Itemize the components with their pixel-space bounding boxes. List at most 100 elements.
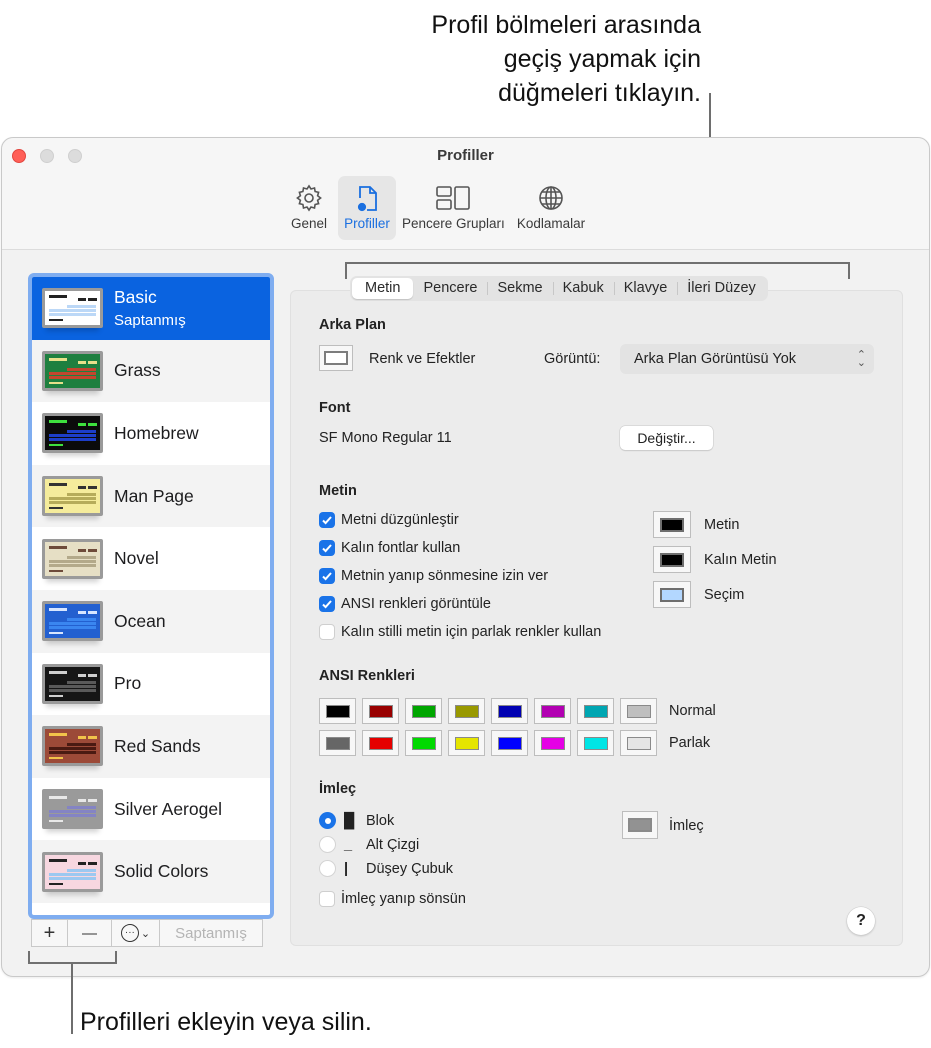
thumb-prompt <box>49 444 63 447</box>
checkbox-label: ANSI renkleri görüntüle <box>341 596 491 612</box>
profile-text: Pro <box>114 673 141 694</box>
profile-item-red-sands[interactable]: Red Sands <box>32 715 270 778</box>
profile-name: Solid Colors <box>114 861 209 882</box>
remove-profile-button[interactable]: — <box>68 920 112 946</box>
profile-item-basic[interactable]: Basic Saptanmış <box>32 277 270 340</box>
toolbar-encodings[interactable]: Kodlamalar <box>511 176 591 240</box>
thumb-badge <box>88 423 97 427</box>
profile-item-novel[interactable]: Novel <box>32 527 270 590</box>
profile-text: Basic Saptanmış <box>114 287 186 329</box>
checkbox-box[interactable] <box>319 568 335 584</box>
color-swatch <box>497 704 522 718</box>
thumb-row <box>67 618 96 622</box>
text-color-well[interactable] <box>653 581 691 608</box>
change-font-button[interactable]: Değiştir... <box>620 426 713 450</box>
profile-item-man-page[interactable]: Man Page <box>32 464 270 528</box>
thumb-badge <box>78 799 86 803</box>
more-actions-button[interactable]: ··· ⌄ <box>112 920 160 946</box>
radio-button[interactable] <box>319 860 336 877</box>
ansi-normal-color-well[interactable] <box>362 698 399 724</box>
cursor-blink-checkbox[interactable]: İmleç yanıp sönsün <box>319 891 466 907</box>
profile-item-silver-aerogel[interactable]: Silver Aerogel <box>32 778 270 841</box>
cursor-glyph: _ <box>344 836 353 853</box>
add-profile-button[interactable]: + <box>32 920 68 946</box>
thumb-prompt <box>49 757 63 760</box>
text-option-checkbox[interactable]: Kalın stilli metin için parlak renkler k… <box>319 624 601 640</box>
ansi-bright-color-well[interactable] <box>362 730 399 756</box>
thumb-badge <box>78 360 86 364</box>
ansi-normal-color-well[interactable] <box>534 698 571 724</box>
text-color-well[interactable] <box>653 546 691 573</box>
profile-item-homebrew[interactable]: Homebrew <box>32 402 270 465</box>
ansi-bright-color-well[interactable] <box>319 730 356 756</box>
profile-text: Grass <box>114 360 161 381</box>
ansi-bright-color-well[interactable] <box>491 730 528 756</box>
checkbox-box[interactable] <box>319 540 335 556</box>
ansi-normal-color-well[interactable] <box>448 698 485 724</box>
ansi-normal-color-well[interactable] <box>620 698 657 724</box>
checkbox-box[interactable] <box>319 512 335 528</box>
text-color-label: Seçim <box>704 587 745 603</box>
profile-thumbnail <box>42 538 103 579</box>
checkbox-box[interactable] <box>319 624 335 640</box>
thumb-row <box>67 367 96 371</box>
help-button[interactable]: ? <box>847 907 875 935</box>
toolbar-window-groups[interactable]: Pencere Grupları <box>396 176 511 240</box>
cursor-style-radio[interactable]: | Düşey Çubuk <box>319 860 453 877</box>
cursor-style-radio[interactable]: _ Alt Çizgi <box>319 836 419 853</box>
profile-list-buttons: + — ··· ⌄ Saptanmış <box>31 919 263 947</box>
cursor-style-radio[interactable]: █ Blok <box>319 812 394 829</box>
cursor-color-well[interactable] <box>622 811 658 839</box>
text-color-well[interactable] <box>653 511 691 538</box>
text-option-checkbox[interactable]: Metnin yanıp sönmesine izin ver <box>319 568 548 584</box>
ansi-bright-color-well[interactable] <box>405 730 442 756</box>
tab-pencere[interactable]: Pencere <box>413 278 487 299</box>
thumb-header <box>49 733 67 737</box>
checkbox-label: Metni düzgünleştir <box>341 512 459 528</box>
profile-item-solid-colors[interactable]: Solid Colors <box>32 840 270 903</box>
thumb-row <box>49 688 96 692</box>
radio-button[interactable] <box>319 812 336 829</box>
profile-thumbnail <box>42 789 103 830</box>
ansi-normal-color-well[interactable] <box>319 698 356 724</box>
background-image-select[interactable]: Arka Plan Görüntüsü Yok ⌃ ⌄ <box>620 344 874 374</box>
thumb-row <box>49 434 96 438</box>
thumb-row <box>67 305 96 309</box>
tab-i̇leri-düzey[interactable]: İleri Düzey <box>677 278 766 299</box>
toolbar-general[interactable]: Genel <box>280 176 338 240</box>
color-swatch <box>497 736 522 750</box>
checkbox-box[interactable] <box>319 891 335 907</box>
tab-sekme[interactable]: Sekme <box>487 278 552 299</box>
checkbox-box[interactable] <box>319 596 335 612</box>
ansi-section-title: ANSI Renkleri <box>319 668 415 684</box>
color-swatch <box>626 704 651 718</box>
background-color-well[interactable] <box>319 345 353 371</box>
profile-item-pro[interactable]: Pro <box>32 653 270 716</box>
tab-metin[interactable]: Metin <box>352 278 414 299</box>
radio-button[interactable] <box>319 836 336 853</box>
set-default-button[interactable]: Saptanmış <box>160 920 262 946</box>
text-option-checkbox[interactable]: ANSI renkleri görüntüle <box>319 596 491 612</box>
tab-klavye[interactable]: Klavye <box>613 278 678 299</box>
ansi-bright-color-well[interactable] <box>620 730 657 756</box>
ansi-bright-color-well[interactable] <box>448 730 485 756</box>
toolbar-profiles[interactable]: Profiller <box>338 176 396 240</box>
thumb-badge <box>88 548 97 552</box>
text-option-checkbox[interactable]: Metni düzgünleştir <box>319 512 459 528</box>
thumb-row <box>49 684 96 688</box>
ansi-normal-color-well[interactable] <box>577 698 614 724</box>
profile-list[interactable]: Basic Saptanmış Grass Homebrew Man Page … <box>28 273 274 919</box>
thumb-row <box>49 876 96 880</box>
profile-item-ocean[interactable]: Ocean <box>32 589 270 653</box>
ansi-normal-color-well[interactable] <box>491 698 528 724</box>
ansi-normal-color-well[interactable] <box>405 698 442 724</box>
profile-text: Ocean <box>114 611 166 632</box>
ansi-bright-color-well[interactable] <box>534 730 571 756</box>
ansi-bright-color-well[interactable] <box>577 730 614 756</box>
thumb-badge <box>78 861 86 865</box>
tab-kabuk[interactable]: Kabuk <box>552 278 614 299</box>
callout-line-1: Profil bölmeleri arasında <box>431 11 701 39</box>
thumb-row <box>49 309 96 313</box>
text-option-checkbox[interactable]: Kalın fontlar kullan <box>319 540 460 556</box>
profile-item-grass[interactable]: Grass <box>32 339 270 403</box>
